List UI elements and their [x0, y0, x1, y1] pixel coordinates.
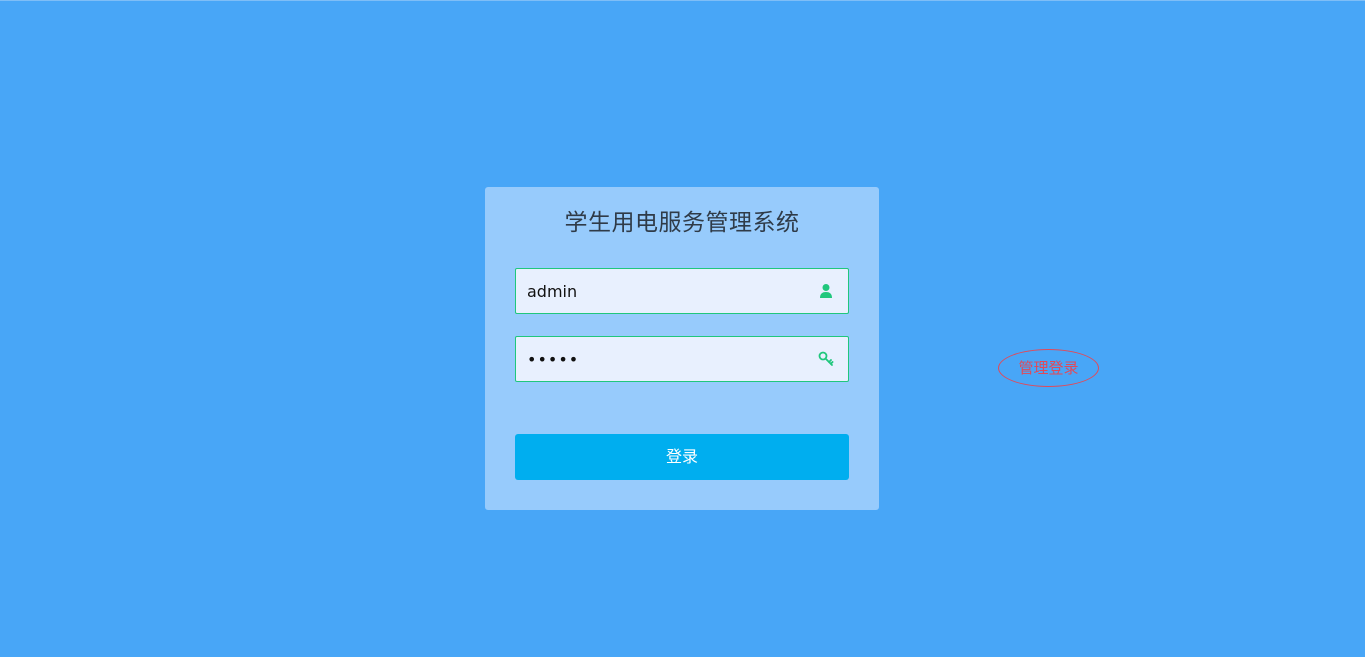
user-icon: [818, 283, 834, 299]
login-page: 学生用电服务管理系统 登录 管理登录: [0, 0, 1365, 657]
page-title: 学生用电服务管理系统: [564, 210, 800, 236]
username-field[interactable]: [515, 268, 849, 314]
login-button[interactable]: 登录: [515, 434, 849, 480]
login-card: 学生用电服务管理系统 登录: [485, 187, 879, 510]
admin-login-link[interactable]: 管理登录: [998, 349, 1099, 387]
password-input[interactable]: [516, 337, 806, 381]
username-input[interactable]: [516, 269, 806, 313]
key-icon: [818, 351, 834, 367]
password-field[interactable]: [515, 336, 849, 382]
